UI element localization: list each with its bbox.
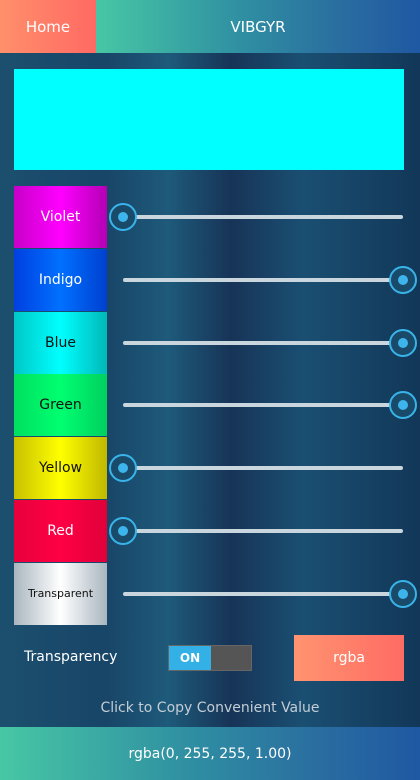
slider-thumb-blue[interactable] [389,328,417,357]
controls-row: Transparency ON rgba [0,635,420,681]
color-row-indigo: Indigo [14,248,420,311]
copy-hint: Click to Copy Convenient Value [100,700,320,716]
slider-track-yellow[interactable] [123,466,403,471]
slider-track-indigo[interactable] [123,277,403,282]
slider-track-transparent[interactable] [123,591,403,596]
color-row-green: Green [14,374,420,437]
format-button[interactable]: rgba [294,635,404,681]
top-bar: Home VIBGYR [0,0,420,53]
color-row-red: Red [14,500,420,562]
slider-track-blue[interactable] [123,340,403,345]
swatch-violet: Violet [14,186,107,248]
color-preview [14,69,404,170]
swatch-transparent: Transparent [14,562,107,625]
slider-thumb-green[interactable] [389,391,417,420]
color-value-output[interactable]: rgba(0, 255, 255, 1.00) [0,727,420,780]
color-row-transparent: Transparent [14,562,420,625]
slider-thumb-yellow[interactable] [109,454,137,483]
slider-track-red[interactable] [123,529,403,533]
color-row-violet: Violet [14,186,420,248]
swatch-red: Red [14,500,107,562]
swatch-yellow: Yellow [14,437,107,500]
slider-thumb-red[interactable] [109,517,137,545]
app-title: VIBGYR [96,0,420,53]
slider-track-violet[interactable] [123,215,403,219]
slider-thumb-violet[interactable] [109,203,137,231]
toggle-on-state: ON [169,646,211,670]
swatch-blue: Blue [14,311,107,374]
color-row-yellow: Yellow [14,437,420,500]
transparency-toggle[interactable]: ON [168,645,252,671]
color-row-blue: Blue [14,311,420,374]
slider-thumb-indigo[interactable] [389,265,417,294]
transparency-label: Transparency [24,649,118,665]
slider-track-green[interactable] [123,403,403,408]
home-button[interactable]: Home [0,0,96,53]
slider-thumb-transparent[interactable] [389,579,417,608]
swatch-indigo: Indigo [14,248,107,311]
swatch-green: Green [14,374,107,437]
